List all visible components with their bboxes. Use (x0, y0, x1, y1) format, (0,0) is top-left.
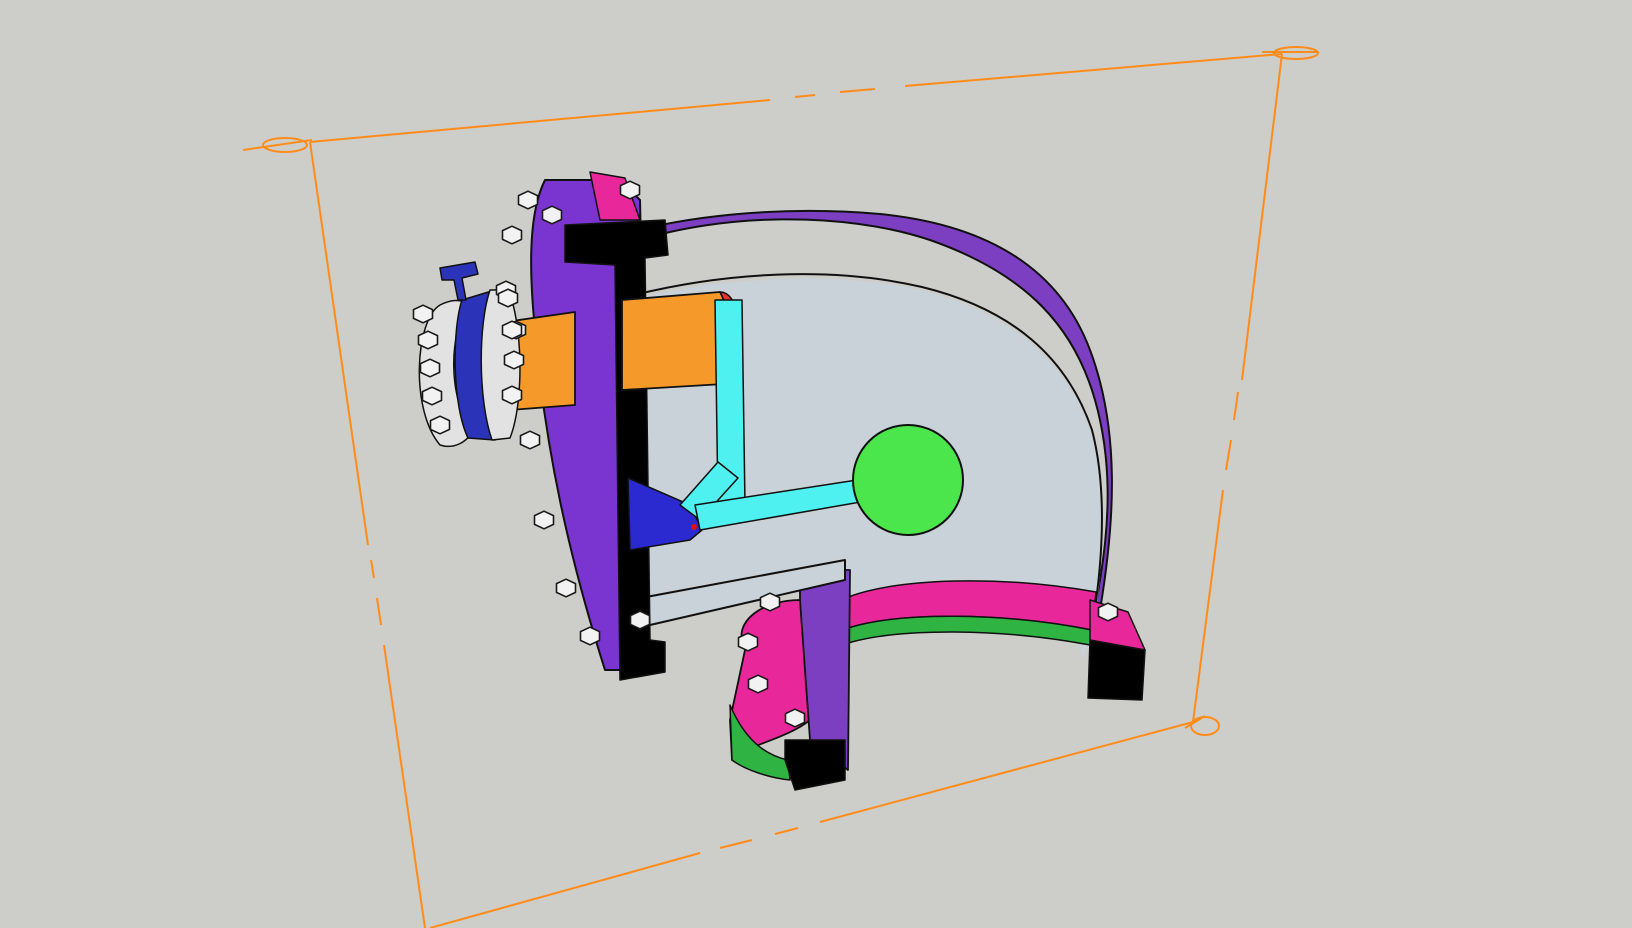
bolt-head (421, 386, 443, 406)
bolt-head (497, 288, 519, 308)
bottom-flange-section-cut (784, 739, 846, 791)
pivot-pin (691, 524, 697, 530)
3d-viewport[interactable] (0, 0, 1632, 928)
bolt-head (417, 330, 439, 350)
bolt-head (629, 610, 651, 630)
bolt-head (503, 350, 525, 370)
bolt-head (541, 205, 563, 225)
bolt-head (519, 430, 541, 450)
bolt-head (747, 674, 769, 694)
bolt-head (501, 320, 523, 340)
bolt-head (501, 225, 523, 245)
bolt-head (759, 592, 781, 612)
bolt-head (412, 304, 434, 324)
bolt-head (619, 180, 641, 200)
bolt-head (784, 708, 806, 728)
bolt-head (579, 626, 601, 646)
bolt-head (533, 510, 555, 530)
model-scene[interactable] (0, 0, 1632, 928)
bolt-head (501, 385, 523, 405)
bolt-head (419, 358, 441, 378)
float-ball (852, 424, 964, 536)
inlet-pipe-inner (621, 291, 732, 391)
bolt-head (737, 632, 759, 652)
bolt-head (429, 415, 451, 435)
bolt-head (555, 578, 577, 598)
bolt-head (517, 190, 539, 210)
bolt-head (1097, 602, 1119, 622)
